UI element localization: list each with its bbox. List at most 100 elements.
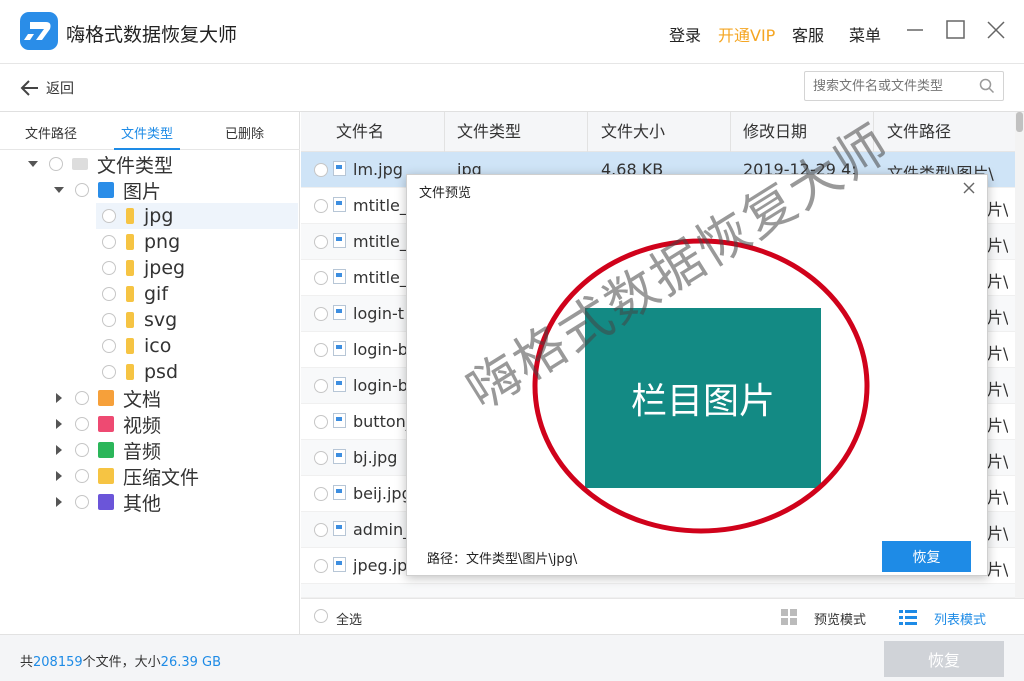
column-header-path[interactable]: 文件路径 <box>887 112 951 152</box>
tree-item-audio[interactable]: 音频 <box>52 437 161 463</box>
tree-item-psd[interactable]: psd <box>96 359 178 385</box>
tree-item-videos[interactable]: 视频 <box>52 411 161 437</box>
preview-image-text: 栏目图片 <box>630 381 775 422</box>
tree-checkbox[interactable] <box>75 469 89 483</box>
tree-checkbox[interactable] <box>102 235 116 249</box>
search-box[interactable] <box>804 71 1004 101</box>
tree-item-jpg[interactable]: jpg <box>96 203 298 229</box>
row-checkbox[interactable] <box>314 163 328 177</box>
column-header-type[interactable]: 文件类型 <box>457 112 521 152</box>
back-label: 返回 <box>46 81 74 97</box>
drive-icon <box>72 158 88 170</box>
row-checkbox[interactable] <box>314 199 328 213</box>
folder-icon <box>126 364 134 380</box>
row-checkbox[interactable] <box>314 307 328 321</box>
collapsed-triangle-icon[interactable] <box>52 469 66 483</box>
file-count-summary: 共208159个文件，大小26.39 GB <box>20 655 222 670</box>
row-checkbox[interactable] <box>314 523 328 537</box>
tree-checkbox[interactable] <box>102 287 116 301</box>
tree-item-png[interactable]: png <box>96 229 180 255</box>
tree-checkbox[interactable] <box>102 339 116 353</box>
arrow-left-icon <box>20 80 38 96</box>
tree-checkbox[interactable] <box>102 365 116 379</box>
expanded-triangle-icon[interactable] <box>52 183 66 197</box>
table-row[interactable] <box>301 584 1015 598</box>
tree-checkbox[interactable] <box>75 495 89 509</box>
list-view-icon[interactable] <box>899 609 917 629</box>
tree-item-documents[interactable]: 文档 <box>52 385 161 411</box>
preview-file-path: 路径：文件类型\图片\jpg\ <box>427 552 578 567</box>
list-mode-button[interactable]: 列表模式 <box>934 609 986 628</box>
folder-icon <box>126 312 134 328</box>
collapsed-triangle-icon[interactable] <box>52 443 66 457</box>
tree-checkbox[interactable] <box>75 443 89 457</box>
expanded-triangle-icon[interactable] <box>26 157 40 171</box>
app-title: 嗨格式数据恢复大师 <box>66 24 238 46</box>
row-checkbox[interactable] <box>314 451 328 465</box>
image-file-icon <box>333 305 346 320</box>
row-checkbox[interactable] <box>314 487 328 501</box>
image-file-icon <box>333 557 346 572</box>
folder-icon <box>126 286 134 302</box>
row-checkbox[interactable] <box>314 559 328 573</box>
tree-item-images[interactable]: 图片 <box>52 177 161 203</box>
tree-item-archives[interactable]: 压缩文件 <box>52 463 199 489</box>
collapsed-triangle-icon[interactable] <box>52 495 66 509</box>
dialog-close-icon[interactable] <box>961 180 977 196</box>
tab-file-path[interactable]: 文件路径 <box>25 123 77 142</box>
select-all-label[interactable]: 全选 <box>336 609 362 628</box>
collapsed-triangle-icon[interactable] <box>52 417 66 431</box>
audio-icon <box>98 442 114 458</box>
tab-deleted[interactable]: 已删除 <box>225 123 264 142</box>
image-file-icon <box>333 269 346 284</box>
tree-checkbox[interactable] <box>102 209 116 223</box>
close-icon[interactable] <box>984 18 1008 42</box>
tree-checkbox[interactable] <box>102 313 116 327</box>
service-link[interactable]: 客服 <box>792 22 824 46</box>
column-header-name[interactable]: 文件名 <box>336 112 384 152</box>
restore-button[interactable]: 恢复 <box>884 641 1004 677</box>
grid-view-icon[interactable] <box>781 609 797 629</box>
preview-mode-button[interactable]: 预览模式 <box>814 609 866 628</box>
dialog-restore-button[interactable]: 恢复 <box>882 541 971 572</box>
tree-item-svg[interactable]: svg <box>96 307 177 333</box>
maximize-icon[interactable] <box>944 18 968 42</box>
vertical-scrollbar[interactable] <box>1015 112 1024 598</box>
tree-item-gif[interactable]: gif <box>96 281 168 307</box>
tree-item-other[interactable]: 其他 <box>52 489 161 515</box>
row-checkbox[interactable] <box>314 271 328 285</box>
tree-checkbox[interactable] <box>75 183 89 197</box>
collapsed-triangle-icon[interactable] <box>52 391 66 405</box>
row-checkbox[interactable] <box>314 343 328 357</box>
image-file-icon <box>333 413 346 428</box>
select-all-checkbox[interactable] <box>314 609 328 623</box>
row-checkbox[interactable] <box>314 415 328 429</box>
tab-file-type[interactable]: 文件类型 <box>121 123 173 142</box>
tree-checkbox[interactable] <box>75 391 89 405</box>
search-icon[interactable] <box>979 78 995 94</box>
folder-icon <box>126 234 134 250</box>
document-icon <box>98 390 114 406</box>
minimize-icon[interactable] <box>903 18 927 42</box>
search-input[interactable] <box>813 77 973 95</box>
back-button[interactable]: 返回 <box>20 76 74 100</box>
image-file-icon <box>333 341 346 356</box>
vip-link[interactable]: 开通VIP <box>718 22 775 46</box>
tree-checkbox[interactable] <box>75 417 89 431</box>
table-header: 文件名 文件类型 文件大小 修改日期 文件路径 <box>301 112 1015 152</box>
row-checkbox[interactable] <box>314 379 328 393</box>
image-file-icon <box>333 485 346 500</box>
image-file-icon <box>333 377 346 392</box>
tree-item-jpeg[interactable]: jpeg <box>96 255 185 281</box>
tree-item-ico[interactable]: ico <box>96 333 171 359</box>
image-file-icon <box>333 521 346 536</box>
column-header-size[interactable]: 文件大小 <box>601 112 665 152</box>
tree-item-file-type[interactable]: 文件类型 <box>26 151 173 177</box>
menu-link[interactable]: 菜单 <box>849 22 881 46</box>
tree-checkbox[interactable] <box>49 157 63 171</box>
tree-checkbox[interactable] <box>102 261 116 275</box>
login-link[interactable]: 登录 <box>669 22 701 46</box>
app-logo-icon <box>20 12 58 50</box>
scrollbar-thumb[interactable] <box>1016 112 1023 132</box>
row-checkbox[interactable] <box>314 235 328 249</box>
